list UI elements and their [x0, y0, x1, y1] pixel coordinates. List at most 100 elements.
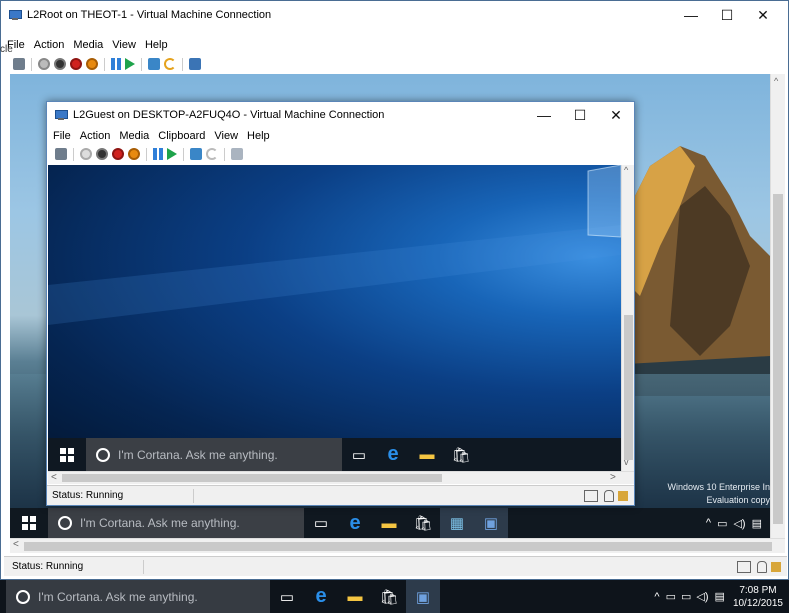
inner-vertical-scrollbar[interactable]: ^ v	[621, 165, 634, 471]
cortana-ring-icon	[96, 447, 110, 462]
inner-menu-view[interactable]: View	[214, 130, 244, 142]
inner-vm-connection-icon	[55, 110, 68, 120]
show-hidden-icons[interactable]: ^	[654, 591, 659, 603]
inner-scroll-down-icon[interactable]: v	[624, 457, 629, 467]
inner-horizontal-scrollbar[interactable]: < >	[48, 471, 634, 484]
outer-status-bar: Status: Running	[4, 556, 787, 576]
show-hidden-icons[interactable]: ^	[706, 517, 711, 529]
inner-menu-action[interactable]: Action	[80, 130, 117, 142]
pause-icon[interactable]	[153, 148, 163, 160]
checkpoint-icon[interactable]	[190, 148, 202, 160]
inner-status-bar: Status: Running	[47, 485, 634, 505]
inner-menu-help[interactable]: Help	[247, 130, 276, 142]
vm-connection-icon	[9, 10, 22, 20]
vm-connection-taskbar-icon[interactable]: ▣	[406, 580, 440, 613]
inner-scroll-right-icon[interactable]: >	[610, 472, 616, 483]
outer-vertical-scrollbar[interactable]: ^	[770, 74, 785, 538]
save-icon[interactable]	[128, 148, 140, 160]
outer-vm-tray: ^ ▭ ◁) ▤	[706, 517, 762, 530]
cortana-search-box[interactable]: I'm Cortana. Ask me anything.	[48, 508, 304, 538]
edge-browser-icon[interactable]: e	[304, 580, 338, 613]
inner-scroll-left-icon[interactable]: <	[51, 472, 57, 483]
windows-start-icon[interactable]	[60, 447, 74, 462]
action-center-icon[interactable]: ▤	[715, 590, 725, 603]
volume-icon[interactable]: ◁)	[733, 517, 745, 530]
inner-hscroll-thumb[interactable]	[62, 474, 442, 482]
edge-browser-icon[interactable]: e	[376, 438, 410, 471]
outer-close-button[interactable]: ✕	[740, 1, 786, 29]
pause-icon[interactable]	[111, 58, 121, 70]
store-icon[interactable]: 🛍	[372, 580, 406, 613]
inner-menu-bar: File Action Media Clipboard View Help	[53, 128, 279, 144]
edge-browser-icon[interactable]: e	[338, 508, 372, 538]
save-icon[interactable]	[86, 58, 98, 70]
revert-icon[interactable]	[206, 148, 218, 160]
network-icon[interactable]: ▭	[681, 590, 691, 603]
checkpoint-icon[interactable]	[148, 58, 160, 70]
inner-menu-clipboard[interactable]: Clipboard	[158, 130, 211, 142]
host-tray: ^ ▭ ▭ ◁) ▤ 7:08 PM 10/12/2015	[654, 584, 783, 610]
revert-icon[interactable]	[164, 58, 176, 70]
windows-light-beam	[48, 165, 621, 325]
inner-menu-media[interactable]: Media	[119, 130, 155, 142]
task-view-icon[interactable]: ▭	[270, 580, 304, 613]
volume-icon[interactable]: ◁)	[696, 590, 708, 603]
menu-action[interactable]: Action	[34, 39, 71, 51]
inner-menu-file[interactable]: File	[53, 130, 77, 142]
shutdown-icon[interactable]	[70, 58, 82, 70]
inner-vm-taskbar: I'm Cortana. Ask me anything. ▭ e ▬ 🛍	[48, 438, 621, 471]
menu-help[interactable]: Help	[145, 39, 174, 51]
inner-close-button[interactable]: ✕	[593, 102, 639, 128]
file-explorer-icon[interactable]: ▬	[410, 438, 444, 471]
taskbar-app-icon[interactable]: ▦	[440, 508, 474, 538]
host-cortana-search-box[interactable]: I'm Cortana. Ask me anything.	[6, 580, 270, 613]
file-explorer-icon[interactable]: ▬	[338, 580, 372, 613]
file-explorer-icon[interactable]: ▬	[372, 508, 406, 538]
enhanced-session-icon[interactable]	[231, 148, 243, 160]
store-icon[interactable]: 🛍	[444, 438, 478, 471]
clock-time: 7:08 PM	[739, 584, 777, 596]
mouse-icon	[757, 560, 767, 573]
resume-icon[interactable]	[167, 148, 177, 160]
lock-icon	[771, 561, 781, 572]
watermark-line-2: Evaluation copy	[706, 495, 770, 505]
menu-view[interactable]: View	[112, 39, 142, 51]
store-icon[interactable]: 🛍	[406, 508, 440, 538]
outer-toolbar	[11, 56, 203, 72]
left-edge-text: cle	[0, 44, 13, 55]
ctrl-alt-del-icon[interactable]	[13, 58, 25, 70]
network-icon[interactable]: ▭	[717, 517, 727, 530]
task-view-icon[interactable]: ▭	[342, 438, 376, 471]
resume-icon[interactable]	[125, 58, 135, 70]
inner-vm-desktop[interactable]: I'm Cortana. Ask me anything. ▭ e ▬ 🛍	[48, 165, 621, 471]
mouse-icon	[604, 489, 614, 502]
windows-start-icon[interactable]	[22, 516, 36, 530]
scroll-up-icon[interactable]: ^	[774, 76, 778, 86]
ctrl-alt-del-icon[interactable]	[55, 148, 67, 160]
task-view-icon[interactable]: ▭	[304, 508, 338, 538]
outer-horizontal-scrollbar[interactable]: <	[10, 538, 785, 553]
inner-cortana-search-box[interactable]: I'm Cortana. Ask me anything.	[86, 438, 342, 471]
start-button[interactable]	[10, 516, 48, 530]
start-icon[interactable]	[38, 58, 50, 70]
enhanced-session-icon[interactable]	[189, 58, 201, 70]
scroll-left-icon[interactable]: <	[13, 539, 19, 550]
cortana-ring-icon	[58, 516, 72, 530]
host-clock[interactable]: 7:08 PM 10/12/2015	[733, 584, 783, 610]
outer-hscroll-thumb[interactable]	[24, 542, 772, 551]
battery-icon[interactable]: ▭	[666, 590, 676, 603]
inner-toolbar	[53, 146, 245, 162]
keyboard-icon	[737, 560, 751, 573]
inner-scroll-up-icon[interactable]: ^	[624, 165, 628, 175]
outer-window-title: L2Root on THEOT-1 - Virtual Machine Conn…	[27, 9, 272, 21]
inner-vscroll-thumb[interactable]	[624, 315, 633, 460]
start-icon[interactable]	[80, 148, 92, 160]
shutdown-icon[interactable]	[112, 148, 124, 160]
turn-off-icon[interactable]	[96, 148, 108, 160]
vm-connection-taskbar-icon[interactable]: ▣	[474, 508, 508, 538]
outer-vscroll-thumb[interactable]	[773, 194, 783, 524]
turn-off-icon[interactable]	[54, 58, 66, 70]
menu-media[interactable]: Media	[73, 39, 109, 51]
action-center-icon[interactable]: ▤	[752, 517, 762, 530]
inner-start-button[interactable]	[48, 447, 86, 462]
